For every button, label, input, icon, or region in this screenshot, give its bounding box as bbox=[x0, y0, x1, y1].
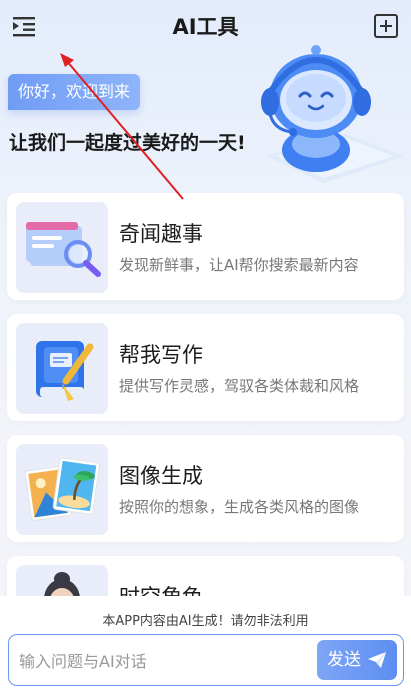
card-title: 图像生成 bbox=[119, 464, 203, 488]
send-button-label: 发送 bbox=[327, 650, 361, 670]
send-plane-icon bbox=[368, 652, 386, 668]
chat-input[interactable] bbox=[19, 647, 309, 675]
card-description: 按照你的想象，生成各类风格的图像 bbox=[119, 498, 360, 516]
robot-mascot-illustration bbox=[236, 38, 406, 188]
card-writing[interactable]: 帮我写作 提供写作灵感，驾驭各类体裁和风格 bbox=[7, 314, 404, 421]
card-image-generation[interactable]: 图像生成 按照你的想象，生成各类风格的图像 bbox=[7, 435, 404, 542]
card-description: 提供写作灵感，驾驭各类体裁和风格 bbox=[119, 377, 360, 395]
card-title: 帮我写作 bbox=[119, 343, 203, 367]
book-pencil-icon bbox=[16, 323, 108, 414]
bottom-input-area: 本APP内容由AI生成！请勿非法利用 发送 bbox=[0, 596, 411, 693]
card-title: 奇闻趣事 bbox=[119, 222, 203, 246]
ai-disclaimer: 本APP内容由AI生成！请勿非法利用 bbox=[102, 614, 309, 629]
send-button[interactable]: 发送 bbox=[317, 640, 397, 680]
card-anecdotes[interactable]: 奇闻趣事 发现新鲜事，让AI帮你搜索最新内容 bbox=[7, 193, 404, 300]
chat-input-bar: 发送 bbox=[8, 634, 404, 686]
hero-tagline: 让我们一起度过美好的一天! bbox=[9, 132, 246, 154]
plus-square-icon[interactable] bbox=[374, 14, 398, 38]
photos-icon bbox=[16, 444, 108, 535]
magnifier-document-icon bbox=[16, 202, 108, 293]
greeting-badge: 你好，欢迎到来 bbox=[8, 74, 141, 110]
page-title: AI工具 bbox=[172, 15, 239, 39]
card-description: 发现新鲜事，让AI帮你搜索最新内容 bbox=[119, 256, 359, 274]
